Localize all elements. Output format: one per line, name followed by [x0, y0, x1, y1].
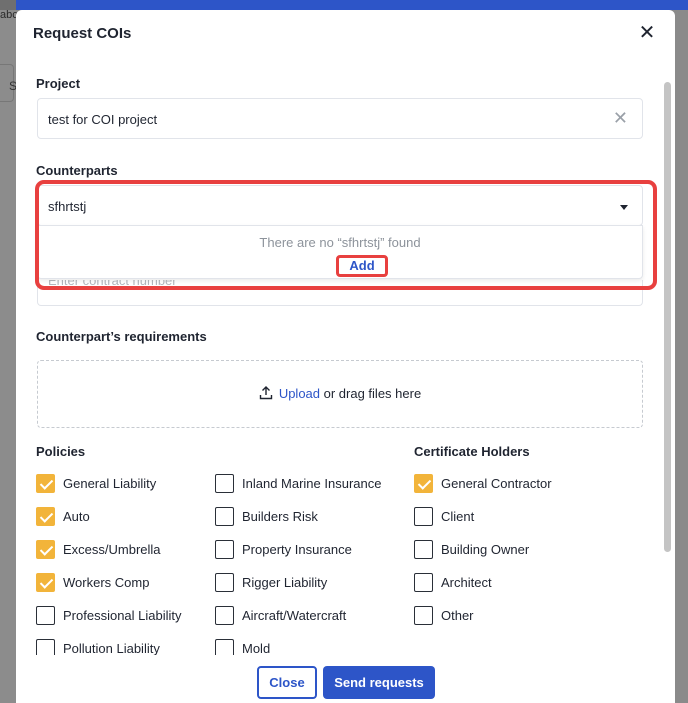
policy-item[interactable]: Inland Marine Insurance — [215, 473, 381, 493]
modal-title: Request COIs — [33, 25, 132, 42]
policy-item[interactable]: General Liability — [36, 473, 156, 493]
certificate-holder-item[interactable]: General Contractor — [414, 473, 552, 493]
checkbox-icon[interactable] — [414, 539, 433, 559]
requirements-label: Counterpart’s requirements — [36, 329, 207, 344]
contract-number-input[interactable]: Enter contract number — [37, 280, 643, 306]
contract-number-placeholder: Enter contract number — [48, 280, 177, 288]
policy-label: Excess/Umbrella — [63, 541, 161, 557]
counterparts-dropdown: There are no “sfhrtstj” found Add — [37, 225, 643, 279]
policy-item[interactable]: Property Insurance — [215, 539, 352, 559]
counterparts-value: sfhrtstj — [48, 199, 87, 214]
policy-label: Inland Marine Insurance — [242, 475, 382, 491]
policy-item[interactable]: Builders Risk — [215, 506, 318, 526]
certificate-holder-item[interactable]: Building Owner — [414, 539, 529, 559]
background-left-column — [0, 10, 16, 703]
clear-icon[interactable]: ✕ — [613, 108, 628, 129]
policy-item[interactable]: Excess/Umbrella — [36, 539, 161, 559]
certificate-holder-label: Client — [441, 508, 475, 524]
checkbox-icon[interactable] — [215, 605, 234, 625]
certificate-holder-label: General Contractor — [441, 475, 552, 491]
checkbox-icon[interactable] — [215, 572, 234, 592]
checkbox-checked-icon[interactable] — [36, 539, 55, 559]
checkbox-icon[interactable] — [215, 506, 234, 526]
policy-label: Mold — [242, 640, 271, 656]
policy-label: Professional Liability — [63, 607, 182, 623]
project-value: test for COI project — [48, 112, 158, 127]
certificate-holder-label: Other — [441, 607, 474, 623]
project-field[interactable]: test for COI project ✕ — [37, 98, 643, 139]
policy-label: Auto — [63, 508, 90, 524]
request-cois-modal: Request COIs ✕ Project test for COI proj… — [16, 10, 675, 703]
checkbox-icon[interactable] — [414, 605, 433, 625]
checkbox-checked-icon[interactable] — [36, 473, 55, 493]
certificate-holder-item[interactable]: Client — [414, 506, 474, 526]
close-button[interactable]: Close — [257, 666, 317, 699]
add-counterpart-button[interactable]: Add — [336, 255, 388, 277]
counterparts-select[interactable]: sfhrtstj — [37, 185, 643, 226]
policy-label: Pollution Liability — [63, 640, 160, 656]
policy-item[interactable]: Auto — [36, 506, 90, 526]
scrollbar-thumb[interactable] — [664, 82, 671, 552]
dropdown-empty-message: There are no “sfhrtstj” found — [259, 235, 421, 250]
policies-label: Policies — [36, 444, 86, 459]
upload-prompt: Upload or drag files here — [38, 386, 642, 403]
policy-item[interactable]: Rigger Liability — [215, 572, 327, 592]
policy-label: Workers Comp — [63, 574, 150, 590]
send-requests-button[interactable]: Send requests — [323, 666, 435, 699]
checkbox-icon[interactable] — [215, 539, 234, 559]
checkbox-icon[interactable] — [414, 572, 433, 592]
checkbox-checked-icon[interactable] — [414, 473, 433, 493]
checkbox-icon[interactable] — [215, 473, 234, 493]
policy-item[interactable]: Workers Comp — [36, 572, 149, 592]
certificate-holder-item[interactable]: Architect — [414, 572, 492, 592]
project-label: Project — [36, 76, 81, 91]
background-topbar — [0, 0, 688, 10]
policy-label: Rigger Liability — [242, 574, 328, 590]
checkbox-checked-icon[interactable] — [36, 506, 55, 526]
checkbox-icon[interactable] — [414, 506, 433, 526]
certificate-holder-label: Architect — [441, 574, 492, 590]
upload-dropzone[interactable]: Upload or drag files here — [37, 360, 643, 428]
policy-item[interactable]: Aircraft/Watercraft — [215, 605, 346, 625]
certificate-holder-item[interactable]: Other — [414, 605, 474, 625]
policy-label: Property Insurance — [242, 541, 352, 557]
checkbox-checked-icon[interactable] — [36, 572, 55, 592]
policy-label: General Liability — [63, 475, 157, 491]
policy-item[interactable]: Professional Liability — [36, 605, 182, 625]
chevron-down-icon[interactable] — [620, 205, 628, 210]
policy-label: Aircraft/Watercraft — [242, 607, 347, 623]
policy-label: Builders Risk — [242, 508, 318, 524]
close-icon[interactable]: ✕ — [636, 22, 658, 44]
certificate-holder-label: Building Owner — [441, 541, 530, 557]
certificate-holders-label: Certificate Holders — [414, 444, 530, 459]
upload-rest-text: or drag files here — [320, 386, 422, 401]
checkbox-icon[interactable] — [36, 605, 55, 625]
modal-footer: Close Send requests — [16, 655, 675, 703]
counterparts-label: Counterparts — [36, 163, 118, 178]
upload-icon — [259, 386, 273, 403]
upload-link[interactable]: Upload — [279, 386, 320, 401]
